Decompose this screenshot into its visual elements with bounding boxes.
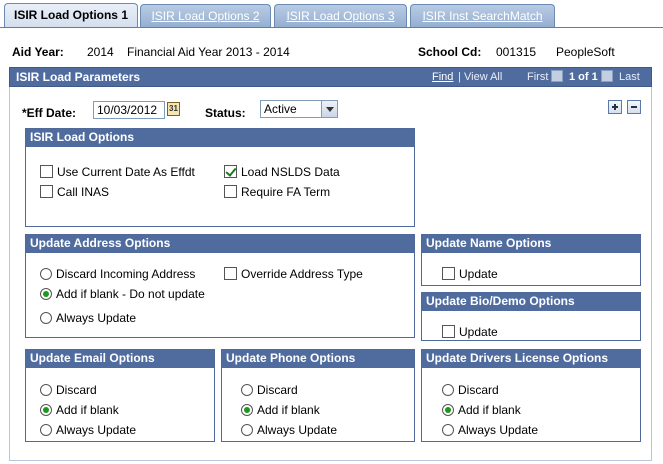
license-discard-radio[interactable]: Discard	[442, 383, 499, 399]
update-name-options-title: Update Name Options	[422, 235, 640, 253]
address-add-if-blank-radio[interactable]: Add if blank - Do not update	[40, 287, 205, 303]
school-code-label: School Cd:	[418, 45, 482, 59]
checkbox-icon[interactable]	[442, 267, 455, 281]
radio-icon[interactable]	[40, 311, 52, 324]
previous-arrow-icon[interactable]	[551, 70, 563, 82]
radio-icon[interactable]	[442, 423, 454, 436]
last-link: Last	[619, 71, 640, 83]
address-always-update-radio[interactable]: Always Update	[40, 311, 136, 327]
status-select[interactable]: Active	[260, 100, 338, 118]
update-email-options-title: Update Email Options	[26, 350, 214, 368]
email-discard-radio[interactable]: Discard	[40, 383, 97, 399]
eff-date-input[interactable]: 10/03/2012	[93, 101, 165, 119]
update-address-options-title: Update Address Options	[26, 235, 414, 253]
delete-row-button[interactable]	[627, 100, 641, 114]
view-all-link[interactable]: View All	[464, 71, 502, 83]
first-link: First	[527, 71, 549, 83]
radio-selected-icon[interactable]	[40, 403, 52, 416]
radio-icon[interactable]	[442, 383, 454, 396]
checkbox-checked-icon[interactable]	[224, 165, 237, 179]
phone-add-if-blank-radio[interactable]: Add if blank	[241, 403, 320, 419]
require-fa-term-checkbox[interactable]: Require FA Term	[224, 185, 330, 201]
license-always-update-radio[interactable]: Always Update	[442, 423, 538, 439]
bio-demo-update-checkbox[interactable]: Update	[442, 325, 498, 341]
override-address-type-checkbox[interactable]: Override Address Type	[224, 267, 363, 283]
school-code-value: 001315	[496, 45, 537, 59]
aid-year-description: Financial Aid Year 2013 - 2014	[127, 45, 290, 59]
next-arrow-icon[interactable]	[601, 70, 613, 82]
calendar-icon[interactable]: 31	[167, 102, 180, 116]
update-phone-options-title: Update Phone Options	[222, 350, 414, 368]
status-label: Status:	[205, 106, 246, 120]
load-nslds-checkbox[interactable]: Load NSLDS Data	[224, 165, 340, 181]
address-discard-radio[interactable]: Discard Incoming Address	[40, 267, 195, 283]
radio-icon[interactable]	[40, 383, 52, 396]
name-update-checkbox[interactable]: Update	[442, 267, 498, 283]
email-always-update-radio[interactable]: Always Update	[40, 423, 136, 439]
status-select-value: Active	[264, 102, 297, 116]
panel-header: ISIR Load Parameters Find | View All Fir…	[9, 67, 652, 87]
phone-discard-radio[interactable]: Discard	[241, 383, 298, 399]
find-link[interactable]: Find	[432, 71, 453, 83]
panel-title: ISIR Load Parameters	[16, 70, 141, 84]
tab-isir-load-options-1[interactable]: ISIR Load Options 1	[4, 3, 138, 28]
radio-icon[interactable]	[40, 423, 52, 436]
update-bio-demo-options-title: Update Bio/Demo Options	[422, 293, 640, 311]
email-add-if-blank-radio[interactable]: Add if blank	[40, 403, 119, 419]
checkbox-icon[interactable]	[442, 325, 455, 339]
aid-year-value: 2014	[87, 45, 114, 59]
tab-bar: ISIR Load Options 1 ISIR Load Options 2 …	[0, 0, 663, 28]
aid-year-label: Aid Year:	[12, 45, 64, 59]
eff-date-label: *Eff Date:	[22, 106, 77, 120]
chevron-down-icon[interactable]	[321, 101, 337, 117]
nav-separator: |	[458, 71, 461, 83]
radio-icon[interactable]	[40, 267, 52, 280]
add-row-button[interactable]	[608, 100, 622, 114]
checkbox-icon[interactable]	[224, 267, 237, 281]
tab-isir-load-options-3[interactable]: ISIR Load Options 3	[274, 4, 407, 28]
call-inas-checkbox[interactable]: Call INAS	[40, 185, 109, 201]
phone-always-update-radio[interactable]: Always Update	[241, 423, 337, 439]
school-name: PeopleSoft	[556, 45, 615, 59]
page-info: 1 of 1	[569, 71, 598, 83]
radio-selected-icon[interactable]	[40, 287, 52, 300]
update-drivers-license-options-title: Update Drivers License Options	[422, 350, 640, 368]
use-current-date-checkbox[interactable]: Use Current Date As Effdt	[40, 165, 195, 181]
radio-selected-icon[interactable]	[241, 403, 253, 416]
radio-icon[interactable]	[241, 383, 253, 396]
radio-icon[interactable]	[241, 423, 253, 436]
license-add-if-blank-radio[interactable]: Add if blank	[442, 403, 521, 419]
isir-load-options-title: ISIR Load Options	[26, 129, 414, 147]
tab-isir-inst-searchmatch[interactable]: ISIR Inst SearchMatch	[410, 4, 555, 28]
checkbox-icon[interactable]	[224, 185, 237, 199]
checkbox-icon[interactable]	[40, 165, 53, 179]
tab-underline	[0, 27, 663, 28]
checkbox-icon[interactable]	[40, 185, 53, 199]
radio-selected-icon[interactable]	[442, 403, 454, 416]
tab-isir-load-options-2[interactable]: ISIR Load Options 2	[140, 4, 271, 28]
